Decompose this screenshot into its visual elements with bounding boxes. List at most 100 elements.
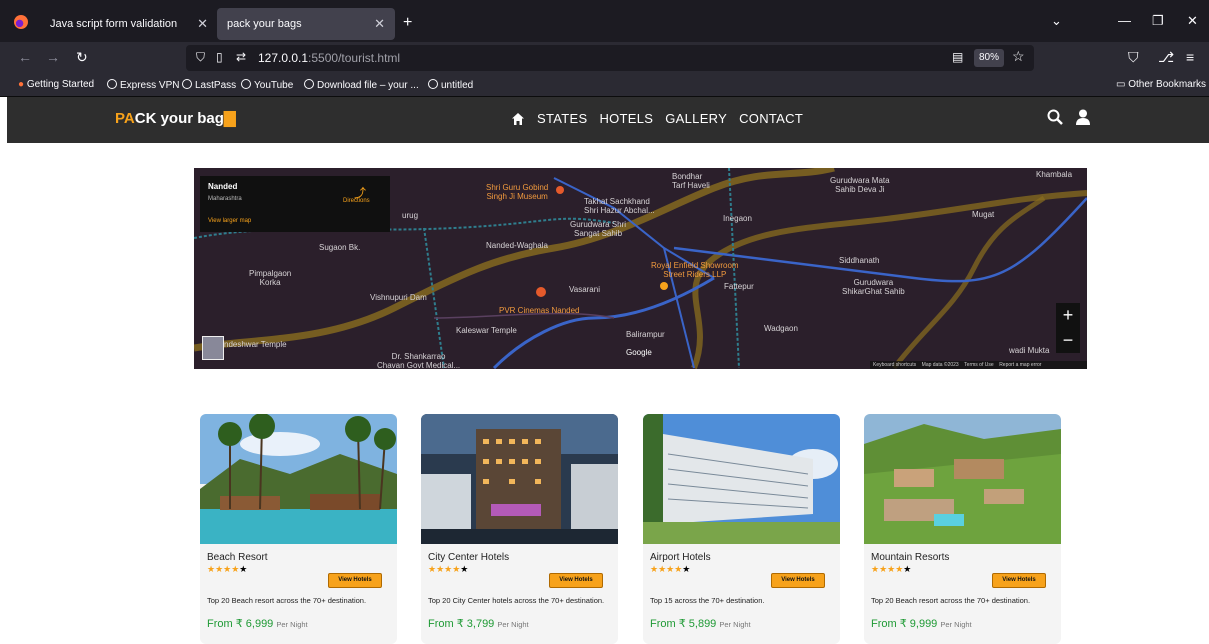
restore-icon[interactable]: ❐ — [1152, 13, 1164, 29]
card-beach-resort: Beach Resort ★★★★★ View Hotels Top 20 Be… — [200, 414, 397, 644]
map-label-kaleswar: Kaleswar Temple — [456, 326, 517, 335]
site-header: PACK your bag▇ STATES HOTELS GALLERY CON… — [7, 97, 1209, 143]
other-bookmarks[interactable]: ▭ Other Bookmarks — [1116, 79, 1206, 90]
view-hotels-button[interactable]: View Hotels — [992, 573, 1046, 588]
tab-title: Java script form validation — [50, 18, 178, 30]
search-icon[interactable] — [1047, 109, 1063, 125]
nav-gallery[interactable]: GALLERY — [665, 111, 727, 126]
map-layer-thumbnail[interactable] — [202, 336, 224, 360]
new-tab-plus-icon[interactable]: + — [403, 14, 412, 32]
map-label-vishnupuri: Vishnupuri Dam — [370, 293, 427, 302]
view-hotels-button[interactable]: View Hotels — [549, 573, 603, 588]
place-title: Nanded — [208, 182, 238, 191]
globe-icon — [304, 79, 314, 89]
map-label-ndeshwar-temple: ndeshwar Temple — [224, 340, 287, 349]
globe-icon — [182, 79, 192, 89]
view-hotels-button[interactable]: View Hotels — [771, 573, 825, 588]
firefox-icon: ● — [18, 79, 25, 90]
globe-icon — [428, 79, 438, 89]
card-price: From ₹ 9,999 Per Night — [871, 618, 972, 630]
map-label-shankarrao: Dr. Shankarrao Chavan Govt Medical... — [377, 352, 461, 369]
bookmark-getting-started[interactable]: ● Getting Started — [18, 79, 94, 90]
bookmark-star-icon[interactable]: ☆ — [1012, 48, 1025, 65]
minimize-icon[interactable]: — — [1118, 13, 1131, 28]
map-label-bondhar: Bondhar Tarf Haveli — [672, 172, 710, 190]
permissions-icon[interactable]: ⇄ — [236, 50, 246, 64]
shield-icon[interactable]: ⛉ — [196, 50, 205, 65]
map-label-sugaon: Sugaon Bk. — [319, 243, 361, 252]
card-price: From ₹ 5,899 Per Night — [650, 618, 751, 630]
pocket-icon[interactable]: ⛉ — [1128, 49, 1139, 66]
bookmark-youtube[interactable]: YouTube — [241, 79, 293, 91]
star-rating: ★★★★★ — [428, 564, 469, 574]
zoom-in-button[interactable]: + — [1056, 303, 1080, 328]
bookmark-untitled[interactable]: untitled — [428, 79, 473, 91]
page-icon[interactable]: ▯ — [216, 50, 223, 64]
city-center-hotel-image — [421, 414, 618, 544]
menu-icon[interactable]: ≡ — [1186, 49, 1194, 65]
map-label-shri-guru-museum: Shri Guru Gobind Singh Ji Museum — [486, 183, 549, 201]
reader-view-icon[interactable]: ▤ — [952, 50, 963, 64]
card-description: Top 20 Beach resort across the 70+ desti… — [871, 596, 1031, 605]
star-rating: ★★★★★ — [650, 564, 691, 574]
map-embed[interactable]: Bondhar Tarf Haveli Khambala Gurudwara Ma… — [194, 168, 1087, 369]
bookmark-lastpass[interactable]: LastPass — [182, 79, 236, 91]
extensions-icon[interactable]: ⎇ — [1158, 49, 1174, 66]
zoom-level[interactable]: 80% — [974, 49, 1004, 67]
reload-icon[interactable]: ↻ — [76, 49, 88, 66]
tab-list-chevron-icon[interactable]: ⌄ — [1051, 13, 1062, 29]
tab-form-validation[interactable]: Java script form validation ✕ — [40, 8, 218, 40]
map-label-inegaon: Inegaon — [723, 214, 752, 223]
nav-hotels[interactable]: HOTELS — [599, 111, 653, 126]
bookmark-download-file[interactable]: Download file – your ... — [304, 79, 419, 91]
close-icon[interactable]: ✕ — [197, 16, 208, 32]
card-price: From ₹ 6,999 Per Night — [207, 618, 308, 630]
report-error-link[interactable]: Report a map error — [999, 362, 1041, 368]
main-nav: STATES HOTELS GALLERY CONTACT — [511, 111, 803, 126]
url-text[interactable]: 127.0.0.1:5500/tourist.html — [258, 51, 400, 65]
view-larger-map-link[interactable]: View larger map — [208, 218, 251, 224]
user-icon[interactable] — [1075, 109, 1091, 125]
map-label-khambala: Khambala — [1036, 170, 1073, 179]
tab-title: pack your bags — [227, 18, 302, 30]
home-icon[interactable] — [511, 112, 525, 126]
directions-link[interactable]: Directions — [343, 198, 370, 204]
place-state: Maharashtra — [208, 196, 242, 202]
window-close-icon[interactable]: ✕ — [1187, 13, 1198, 29]
map-label-gurudwara-shri: Gurudwara Shri Sangat Sahib — [570, 220, 627, 238]
map-label-siddhanath: Siddhanath — [839, 256, 880, 265]
forward-arrow-icon[interactable]: → — [46, 49, 60, 65]
map-label-wadgaon: Wadgaon — [764, 324, 798, 333]
globe-icon — [241, 79, 251, 89]
airport-hotel-image — [643, 414, 840, 544]
view-hotels-button[interactable]: View Hotels — [328, 573, 382, 588]
map-label-pvr: PVR Cinemas Nanded — [499, 306, 580, 315]
globe-icon — [107, 79, 117, 89]
map-label-fattepur: Fattepur — [724, 282, 754, 291]
bookmark-express-vpn[interactable]: Express VPN — [107, 79, 179, 91]
keyboard-shortcuts-link[interactable]: Keyboard shortcuts — [873, 362, 916, 368]
map-label-wadi-mukta: wadi Mukta — [1009, 346, 1050, 355]
nav-contact[interactable]: CONTACT — [739, 111, 803, 126]
beach-resort-image — [200, 414, 397, 544]
map-label-vasarani: Vasarani — [569, 285, 600, 294]
map-label-balirampur: Balirampur — [626, 330, 665, 339]
card-price: From ₹ 3,799 Per Night — [428, 618, 529, 630]
back-arrow-icon[interactable]: ← — [18, 49, 32, 65]
map-footer: Keyboard shortcuts Map data ©2023 Terms … — [870, 361, 1087, 369]
star-rating: ★★★★★ — [207, 564, 248, 574]
terms-link[interactable]: Terms of Use — [964, 362, 993, 368]
site-logo[interactable]: PACK your bag▇ — [115, 109, 235, 127]
map-label-nanded-waghala: Nanded-Waghala — [486, 241, 548, 250]
star-rating: ★★★★★ — [871, 564, 912, 574]
nav-states[interactable]: STATES — [537, 111, 587, 126]
card-title: Mountain Resorts — [871, 552, 950, 563]
browser-tab-bar: Java script form validation ✕ pack your … — [0, 0, 1209, 42]
map-label-gurudwara-shikar: Gurudwara ShikarGhat Sahib — [842, 278, 905, 296]
tab-pack-your-bags[interactable]: pack your bags ✕ — [217, 8, 395, 40]
zoom-out-button[interactable]: − — [1056, 328, 1080, 353]
card-airport-hotels: Airport Hotels ★★★★★ View Hotels Top 15 … — [643, 414, 840, 644]
address-bar[interactable]: ⛉ ▯ ⇄ 127.0.0.1:5500/tourist.html ▤ 80% … — [186, 45, 1034, 71]
close-icon[interactable]: ✕ — [374, 16, 385, 32]
mountain-resort-image — [864, 414, 1061, 544]
